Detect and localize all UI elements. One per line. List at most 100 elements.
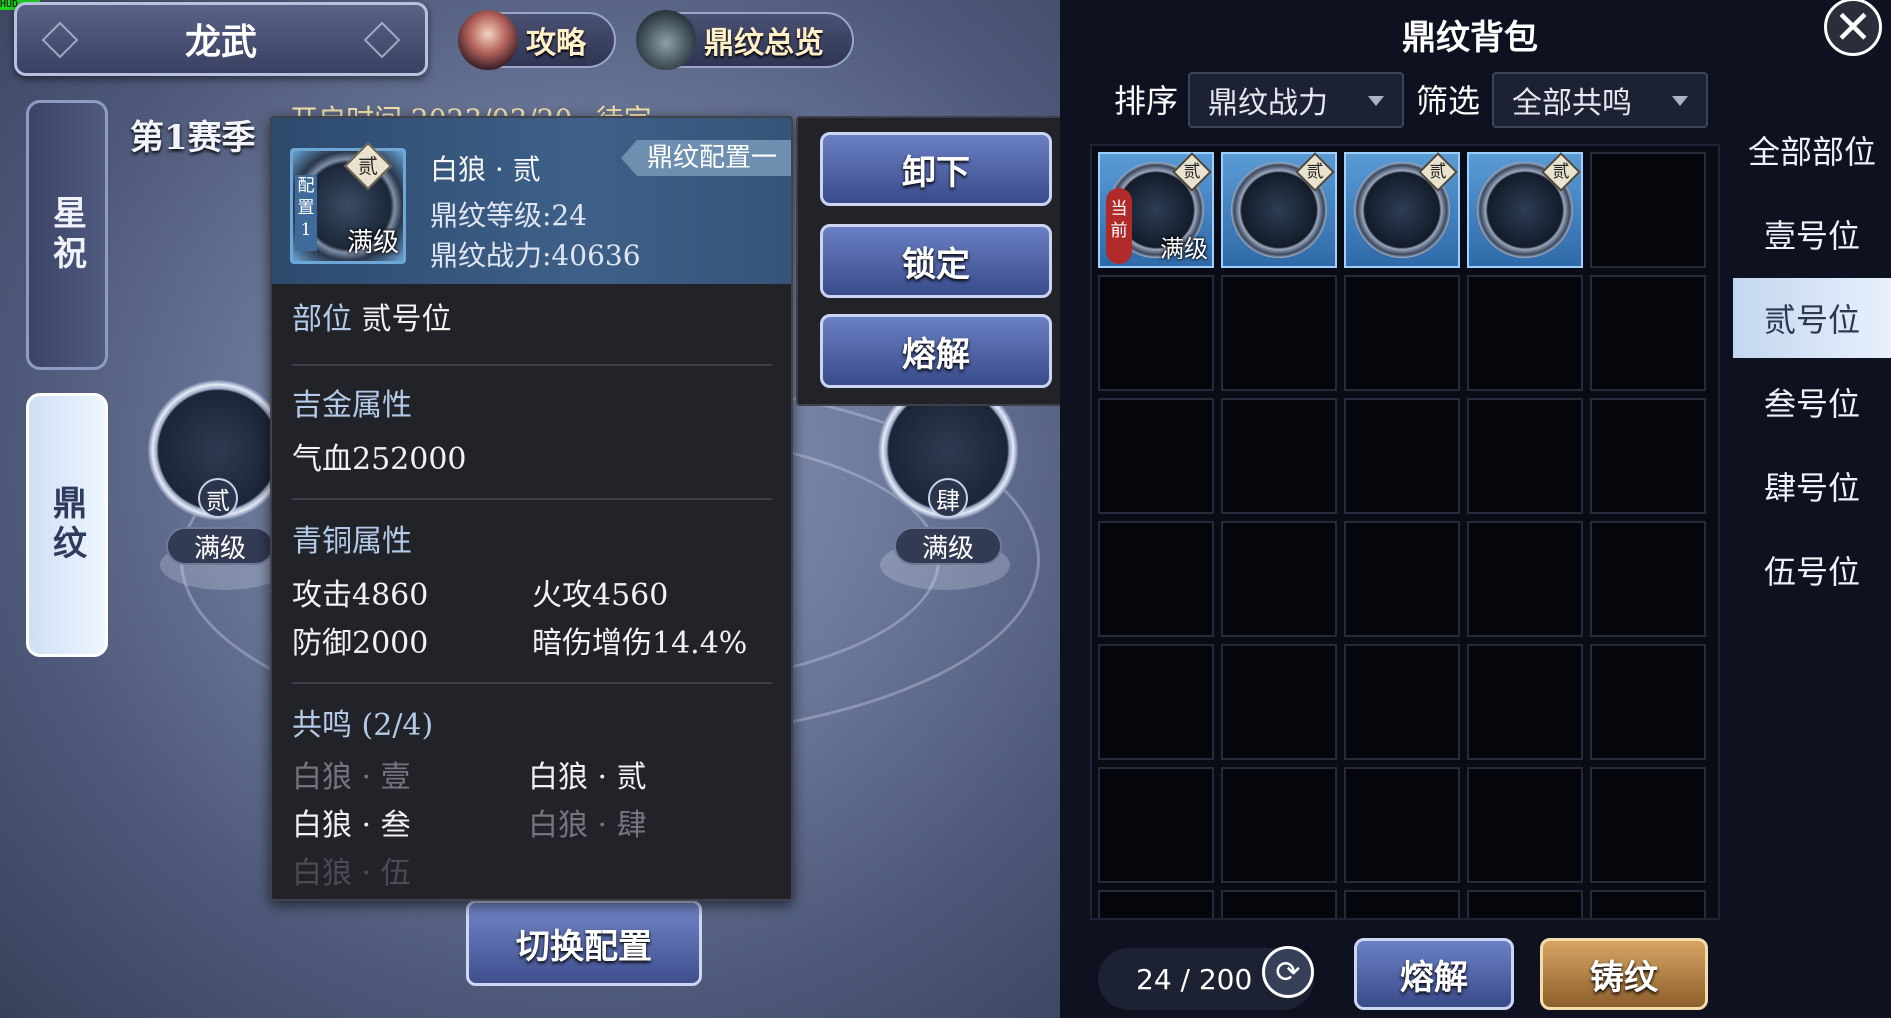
slot-grade-badge: 贰 (198, 478, 238, 518)
rune-slot-2[interactable]: 贰 (148, 380, 288, 520)
bag-slot[interactable] (1344, 890, 1460, 918)
grade-badge: 贰 (343, 141, 393, 191)
bag-slot[interactable] (1344, 275, 1460, 391)
bag-slot[interactable] (1344, 767, 1460, 883)
bag-item[interactable]: 贰 (1221, 152, 1337, 268)
position-value: 贰号位 (361, 302, 452, 337)
bag-slot[interactable] (1590, 275, 1706, 391)
capacity-text: 24 / 200 (1136, 962, 1253, 996)
bag-slot[interactable] (1467, 767, 1583, 883)
category-item[interactable]: 贰号位 (1733, 278, 1891, 358)
bag-slot[interactable] (1590, 767, 1706, 883)
bag-slot[interactable] (1098, 398, 1214, 514)
bag-slot[interactable] (1221, 767, 1337, 883)
character-avatar-icon (458, 10, 518, 70)
bag-slot[interactable] (1590, 152, 1706, 268)
ornament-icon (363, 21, 401, 59)
resonance-item: 白狼 · 叁 (292, 808, 411, 843)
divider (292, 682, 772, 684)
level-tag: 满级 (346, 228, 399, 258)
sort-label: 排序 (1114, 82, 1179, 120)
rune-detail-popup: 配置1 贰 满级 白狼 · 贰 鼎纹等级:24 鼎纹战力:40636 鼎纹配置一… (270, 116, 793, 901)
bag-slot[interactable] (1467, 275, 1583, 391)
overview-label: 鼎纹总览 (704, 26, 824, 61)
bag-slot[interactable] (1221, 890, 1337, 918)
gold-attr: 气血252000 (292, 442, 467, 477)
resonance-item: 白狼 · 贰 (528, 760, 647, 795)
bronze-attr: 暗伤增伤14.4% (532, 626, 748, 661)
guide-button[interactable]: 攻略 (458, 10, 616, 70)
bag-slot[interactable] (1467, 521, 1583, 637)
bag-slot[interactable] (1344, 521, 1460, 637)
bag-slot[interactable] (1590, 890, 1706, 918)
bag-slot[interactable] (1098, 521, 1214, 637)
close-button[interactable]: ✕ (1824, 0, 1882, 56)
bag-item[interactable]: 贰满级 当前 (1098, 152, 1214, 268)
slot-level-label: 满级 (166, 527, 274, 565)
ornament-icon (41, 21, 79, 59)
detail-header: 配置1 贰 满级 白狼 · 贰 鼎纹等级:24 鼎纹战力:40636 鼎纹配置一 (272, 118, 791, 284)
bag-slot[interactable] (1221, 398, 1337, 514)
bag-slot[interactable] (1590, 398, 1706, 514)
bag-slot[interactable] (1098, 890, 1214, 918)
slot-grade-badge: 肆 (928, 478, 968, 518)
bronze-attr: 火攻4560 (532, 578, 669, 613)
category-item[interactable]: 伍号位 (1733, 530, 1891, 610)
bag-slot[interactable] (1344, 644, 1460, 760)
rune-power: 鼎纹战力:40636 (430, 239, 641, 272)
bronze-attr: 攻击4860 (292, 578, 429, 613)
chevron-down-icon (1672, 96, 1688, 106)
unequip-button[interactable]: 卸下 (820, 132, 1052, 206)
config-banner: 鼎纹配置一 (620, 140, 791, 176)
filter-select[interactable]: 全部共鸣 (1492, 72, 1708, 128)
rune-name: 白狼 · 贰 (430, 153, 541, 186)
position-row: 部位 贰号位 (292, 294, 452, 338)
resonance-item: 白狼 · 肆 (528, 808, 647, 843)
bag-slot[interactable] (1467, 890, 1583, 918)
resonance-title: 共鸣 (2/4) (292, 708, 434, 743)
bronze-title: 青铜属性 (292, 524, 412, 559)
switch-config-button[interactable]: 切换配置 (466, 900, 702, 986)
bag-slot[interactable] (1221, 644, 1337, 760)
bag-slot[interactable] (1221, 521, 1337, 637)
bag-slot[interactable] (1467, 398, 1583, 514)
bronze-attr: 防御2000 (292, 626, 429, 661)
bag-slot[interactable] (1221, 275, 1337, 391)
category-list: 全部部位 壹号位 贰号位 叁号位 肆号位 伍号位 (1733, 110, 1891, 730)
bag-item[interactable]: 贰 (1467, 152, 1583, 268)
category-item[interactable]: 叁号位 (1733, 362, 1891, 442)
bag-melt-button[interactable]: 熔解 (1354, 938, 1514, 1010)
category-item[interactable]: 壹号位 (1733, 194, 1891, 274)
sort-select[interactable]: 鼎纹战力 (1188, 72, 1404, 128)
forge-button[interactable]: 铸纹 (1540, 938, 1708, 1010)
refresh-button[interactable]: ⟳ (1262, 946, 1314, 998)
close-icon: ✕ (1833, 0, 1873, 54)
bag-slot[interactable] (1098, 767, 1214, 883)
category-item[interactable]: 全部部位 (1733, 110, 1891, 190)
item-level: 满级 (1160, 235, 1208, 263)
bag-slot[interactable] (1098, 644, 1214, 760)
cauldron-icon (636, 10, 696, 70)
current-tag: 当前 (1106, 188, 1132, 264)
tab-dingwen[interactable]: 鼎纹 (26, 393, 108, 657)
chevron-down-icon (1368, 96, 1384, 106)
overview-button[interactable]: 鼎纹总览 (636, 10, 854, 70)
bag-slot[interactable] (1590, 521, 1706, 637)
category-item[interactable]: 肆号位 (1733, 446, 1891, 526)
gold-title: 吉金属性 (292, 388, 412, 423)
divider (292, 498, 772, 500)
lock-button[interactable]: 锁定 (820, 224, 1052, 298)
bag-grid: 贰满级 当前贰贰贰 (1090, 144, 1720, 920)
guide-label: 攻略 (526, 26, 586, 61)
bag-title: 鼎纹背包 (1402, 18, 1538, 58)
page-title-text: 龙武 (184, 21, 257, 63)
tab-xingzhu[interactable]: 星祝 (26, 100, 108, 370)
bag-item[interactable]: 贰 (1344, 152, 1460, 268)
bag-slot[interactable] (1344, 398, 1460, 514)
season-label: 第1赛季 (130, 118, 256, 158)
bag-slot[interactable] (1098, 275, 1214, 391)
rune-level: 鼎纹等级:24 (430, 199, 588, 232)
bag-slot[interactable] (1467, 644, 1583, 760)
bag-slot[interactable] (1590, 644, 1706, 760)
melt-button[interactable]: 熔解 (820, 314, 1052, 388)
